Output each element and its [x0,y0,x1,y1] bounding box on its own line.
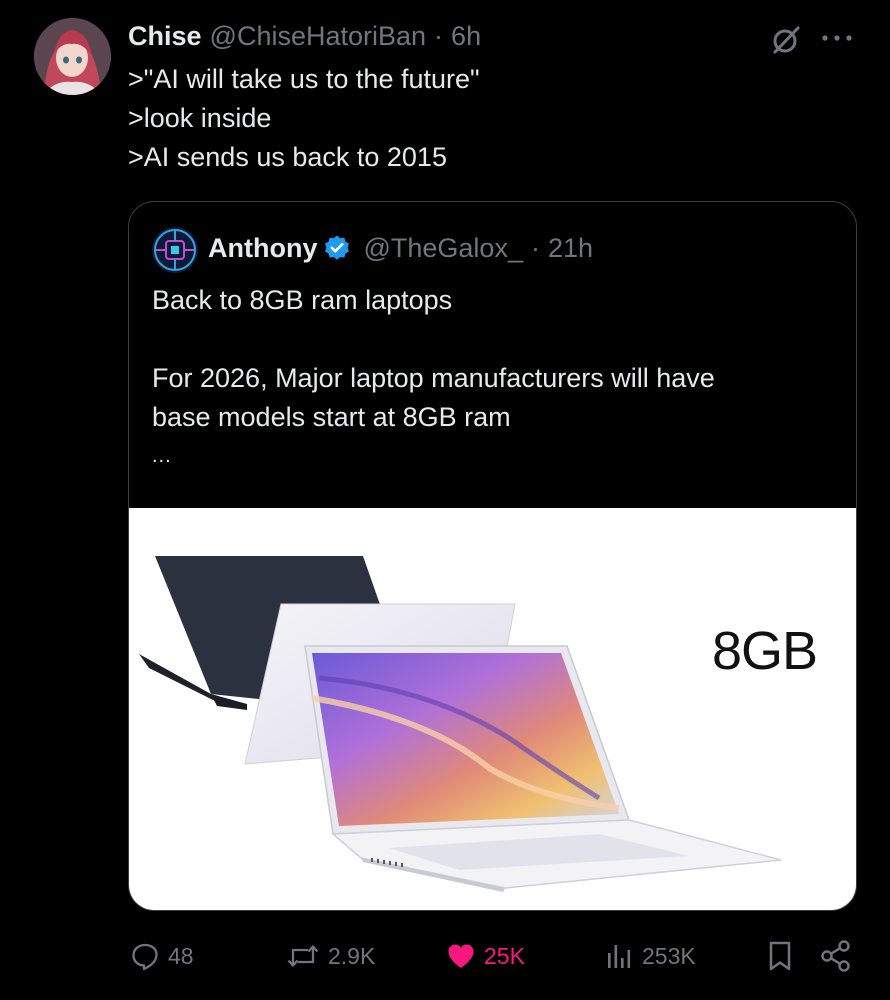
views-button[interactable]: 253K [604,934,696,978]
quoted-tweet-header: Anthony @TheGalox_ · 21h [208,230,593,266]
quoted-avatar-image [152,227,198,273]
author-avatar[interactable] [34,18,111,95]
quoted-tweet-line: For 2026, Major laptop manufacturers wil… [152,363,715,393]
avatar-image [34,18,111,95]
quoted-tweet-ellipsis[interactable]: ... [152,437,715,476]
tweet-line: >look inside [128,103,272,133]
quoted-tweet-card[interactable]: Anthony @TheGalox_ · 21h Back to 8GB ram… [128,201,857,911]
quoted-author-avatar[interactable] [152,227,198,273]
quoted-tweet-line: base models start at 8GB ram [152,402,511,432]
views-count: 253K [642,942,696,969]
tweet-header: Chise @ChiseHatoriBan · 6h [128,18,481,54]
share-icon[interactable] [818,938,854,974]
quoted-author-handle[interactable]: @TheGalox_ [363,233,522,264]
heart-icon [448,944,474,968]
tweet-timestamp[interactable]: 6h [451,21,481,52]
reply-count: 48 [168,942,194,969]
reply-button[interactable]: 48 [130,934,194,978]
repost-button[interactable]: 2.9K [286,934,375,978]
tweet-line: >AI sends us back to 2015 [128,142,447,172]
repost-icon [287,945,319,967]
quoted-author-name[interactable]: Anthony [208,233,317,264]
tweet-action-bar: 48 2.9K 25K 253K [128,934,858,978]
verified-badge-icon[interactable] [323,234,351,262]
tweet-line: >"AI will take us to the future" [128,64,480,94]
laptops-illustration [139,556,782,892]
like-count: 25K [484,942,525,969]
quoted-tweet-line: Back to 8GB ram laptops [152,285,453,315]
header-separator: · [434,20,444,51]
image-ram-label: 8GB [712,621,818,681]
quoted-tweet-text: Back to 8GB ram laptops For 2026, Major … [152,281,715,476]
quoted-tweet-line [152,320,715,359]
tweet-text: >"AI will take us to the future" >look i… [128,60,480,177]
more-icon[interactable] [820,32,854,44]
reply-icon [132,943,158,971]
quoted-tweet-timestamp[interactable]: 21h [548,233,593,264]
views-icon [608,945,631,968]
grok-icon[interactable] [770,24,802,56]
like-button[interactable]: 25K [446,934,525,978]
repost-count: 2.9K [328,942,376,969]
author-name[interactable]: Chise [128,21,202,52]
bookmark-icon[interactable] [762,938,798,974]
quoted-tweet-image[interactable]: 8GB [129,508,856,910]
quoted-header-separator: · [530,232,540,263]
author-handle[interactable]: @ChiseHatoriBan [210,21,427,52]
